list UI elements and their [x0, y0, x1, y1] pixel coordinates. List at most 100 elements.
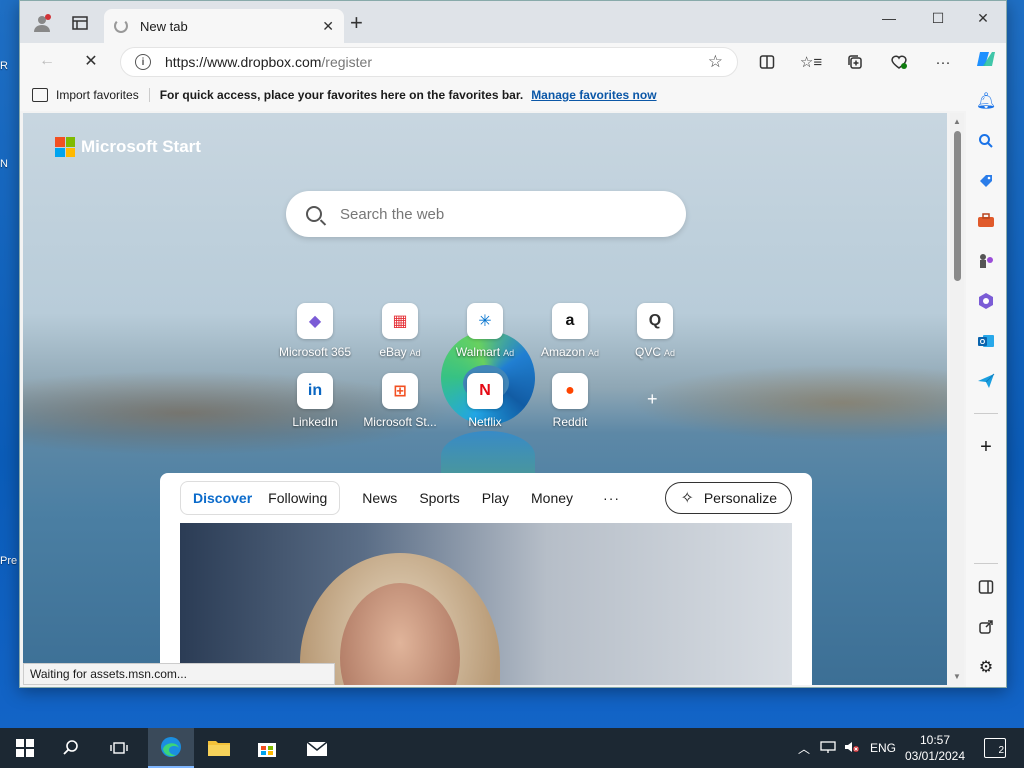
task-view-icon[interactable] [96, 728, 142, 768]
personalize-label: Personalize [703, 490, 777, 506]
drop-send-icon[interactable] [974, 369, 998, 393]
volume-muted-icon[interactable] [844, 740, 860, 757]
split-screen-icon[interactable] [755, 51, 779, 73]
more-options-icon[interactable]: ··· [931, 51, 955, 73]
feed-hero-image[interactable] [180, 523, 792, 685]
more-topics-button[interactable]: ··· [603, 490, 620, 506]
notification-center-icon[interactable]: 2 [984, 738, 1006, 758]
tab-following[interactable]: Following [260, 490, 335, 506]
quick-link-tile[interactable]: ◆ Microsoft 365 [270, 303, 360, 359]
site-info-icon[interactable]: i [135, 54, 151, 70]
search-input[interactable] [340, 205, 666, 223]
microsoft-logo-icon [55, 137, 75, 157]
favorite-star-icon[interactable]: ☆ [708, 52, 723, 72]
close-tab-icon[interactable]: ✕ [322, 18, 334, 35]
clock[interactable]: 10:57 03/01/2024 [900, 732, 970, 764]
shopping-tag-icon[interactable] [974, 169, 998, 193]
sidebar-divider [974, 413, 998, 414]
quick-link-name: Amazon [540, 345, 585, 359]
import-favorites-button[interactable]: Import favorites [32, 88, 150, 102]
add-sidebar-app-icon[interactable]: + [974, 435, 998, 459]
microsoft-365-icon[interactable] [974, 289, 998, 313]
manage-favorites-link[interactable]: Manage favorites now [531, 88, 656, 102]
quick-link-tile[interactable]: N Netflix [440, 373, 530, 429]
quick-link-tile[interactable]: in LinkedIn [270, 373, 360, 429]
favorites-icon[interactable]: ☆≡ [799, 51, 823, 73]
quick-link-label: Walmart Ad [440, 345, 530, 359]
quick-link-icon: ◆ [297, 303, 333, 339]
scroll-up-icon[interactable]: ▲ [953, 117, 961, 126]
desktop-icon-label: N [0, 158, 8, 170]
add-shortcut-button[interactable]: + [647, 389, 658, 410]
copilot-icon[interactable] [974, 47, 998, 71]
hide-sidebar-icon[interactable] [974, 575, 998, 599]
back-button[interactable]: ← [34, 49, 60, 73]
outlook-icon[interactable]: O [974, 329, 998, 353]
tab-actions-icon[interactable] [68, 11, 92, 35]
ad-badge: Ad [409, 348, 421, 358]
sparkle-icon: ✧ [680, 490, 694, 507]
network-icon[interactable] [820, 740, 836, 757]
feed-toggle: Discover Following [180, 481, 341, 515]
quick-link-tile[interactable]: ● Reddit [525, 373, 615, 429]
search-icon [306, 206, 322, 222]
tab-news[interactable]: News [362, 490, 397, 506]
brand-name: Microsoft Start [81, 137, 201, 156]
toolbar: ← ✕ i https://www.dropbox.com/register ☆… [20, 43, 1006, 79]
open-external-icon[interactable] [974, 615, 998, 639]
quick-link-icon: N [467, 373, 503, 409]
close-window-button[interactable]: ✕ [960, 7, 1006, 29]
quick-link-label: Netflix [440, 415, 530, 429]
notification-bell-icon[interactable]: 🔔︎ [974, 89, 998, 113]
minimize-button[interactable]: — [866, 7, 912, 29]
file-explorer-icon[interactable] [196, 728, 242, 768]
browser-essentials-icon[interactable] [887, 51, 911, 73]
start-button[interactable] [2, 728, 48, 768]
tab-sports[interactable]: Sports [419, 490, 459, 506]
clock-time: 10:57 [919, 733, 951, 747]
news-feed: Discover Following News Sports Play Mone… [160, 473, 812, 685]
quick-link-tile[interactable]: a Amazon Ad [525, 303, 615, 359]
quick-link-tile[interactable]: ▦ eBay Ad [355, 303, 445, 359]
stop-loading-button[interactable]: ✕ [78, 49, 104, 73]
maximize-button[interactable]: ☐ [915, 7, 961, 29]
scroll-down-icon[interactable]: ▼ [953, 672, 961, 681]
microsoft-start-logo[interactable]: Microsoft Start [55, 137, 201, 157]
url-path: /register [321, 54, 372, 70]
import-favorites-label: Import favorites [56, 88, 139, 102]
quick-link-tile[interactable]: ✳ Walmart Ad [440, 303, 530, 359]
web-search-box[interactable] [286, 191, 686, 237]
tab-play[interactable]: Play [482, 490, 509, 506]
search-icon[interactable] [974, 129, 998, 153]
url-host: https://www.dropbox.com [165, 54, 322, 70]
address-bar[interactable]: i https://www.dropbox.com/register ☆ [120, 47, 738, 77]
quick-link-name: LinkedIn [292, 415, 338, 429]
microsoft-store-icon[interactable] [244, 728, 290, 768]
show-hidden-icons-icon[interactable]: ︿ [798, 740, 810, 757]
profile-icon[interactable] [30, 11, 54, 35]
scroll-thumb[interactable] [954, 131, 961, 281]
mail-icon[interactable] [294, 728, 340, 768]
quick-link-name: QVC [634, 345, 661, 359]
personalize-button[interactable]: ✧ Personalize [665, 482, 792, 514]
language-indicator[interactable]: ENG [870, 741, 896, 755]
taskbar-edge-icon[interactable] [148, 728, 194, 768]
page-scrollbar[interactable]: ▲ ▼ [950, 113, 964, 685]
url-text: https://www.dropbox.com/register [165, 54, 708, 70]
quick-link-tile[interactable]: Q QVC Ad [610, 303, 700, 359]
tab-new-tab[interactable]: New tab ✕ [104, 9, 344, 43]
new-tab-button[interactable]: + [350, 12, 363, 34]
tab-discover[interactable]: Discover [185, 490, 260, 506]
new-tab-page: Microsoft Start ◆Microsoft 365▦eBayAd✳Wa… [23, 113, 947, 685]
ad-badge: Ad [503, 348, 515, 358]
collections-icon[interactable] [843, 51, 867, 73]
quick-link-tile[interactable]: ⊞ Microsoft St... [355, 373, 445, 429]
svg-text:O: O [980, 339, 986, 346]
sidebar-settings-gear-icon[interactable]: ⚙︎ [974, 655, 998, 679]
tab-money[interactable]: Money [531, 490, 573, 506]
ad-badge: Ad [664, 348, 676, 358]
tools-icon[interactable] [974, 209, 998, 233]
edge-sidebar: 🔔︎ O + ⚙︎ [966, 43, 1006, 687]
taskbar-search-icon[interactable] [48, 728, 94, 768]
games-icon[interactable] [974, 249, 998, 273]
